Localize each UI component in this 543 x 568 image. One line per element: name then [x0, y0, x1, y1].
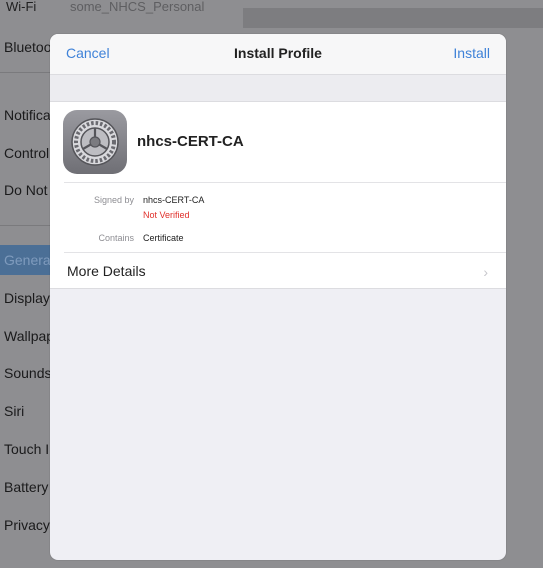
divider	[0, 72, 50, 73]
signed-by-value: nhcs-CERT-CA	[143, 195, 205, 205]
profile-name: nhcs-CERT-CA	[137, 133, 244, 150]
profile-card: nhcs-CERT-CA Signed by nhcs-CERT-CA Not …	[50, 101, 506, 289]
install-profile-sheet: Cancel Install Profile Install nhcs-CERT…	[50, 34, 506, 560]
more-details-row[interactable]: More Details ›	[50, 252, 506, 290]
divider	[64, 182, 506, 183]
settings-gear-icon	[63, 110, 127, 174]
wifi-network-name: some_NHCS_Personal	[70, 0, 205, 14]
verification-status: Not Verified	[143, 210, 190, 220]
signed-by-label: Signed by	[93, 195, 134, 205]
contains-label: Contains	[98, 233, 134, 243]
modal-title: Install Profile	[234, 45, 322, 61]
wifi-label: Wi-Fi	[6, 0, 37, 14]
divider	[0, 225, 50, 226]
modal-navbar: Cancel Install Profile Install	[50, 34, 506, 74]
more-details-label: More Details	[67, 263, 146, 279]
install-button[interactable]: Install	[453, 45, 490, 61]
section-spacer	[50, 74, 506, 101]
detail-pane-top	[243, 8, 543, 28]
contains-value: Certificate	[143, 233, 184, 243]
chevron-right-icon: ›	[483, 264, 488, 280]
